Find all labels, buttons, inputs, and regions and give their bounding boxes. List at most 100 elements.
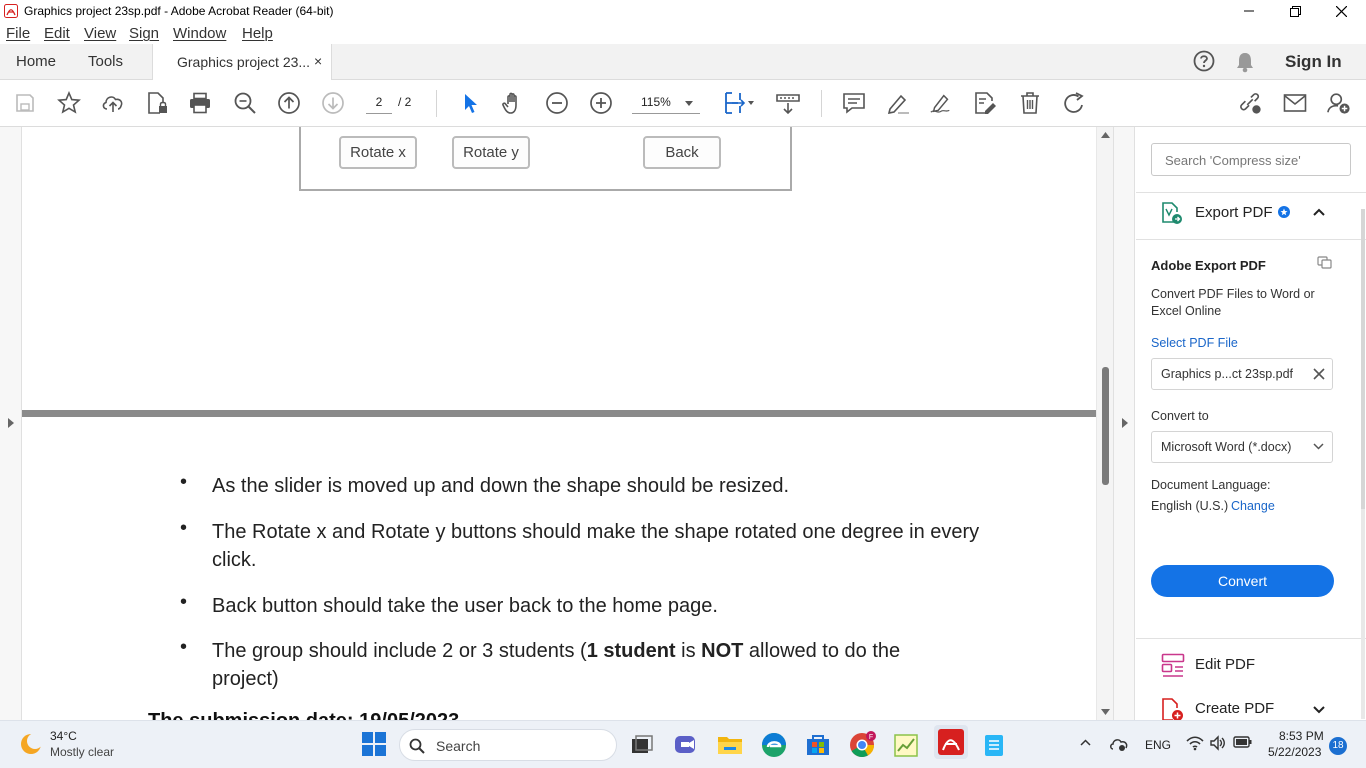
email-icon[interactable] [1283, 91, 1307, 115]
highlight-pen-icon[interactable] [886, 91, 910, 115]
menu-window[interactable]: Window [173, 25, 226, 42]
find-zoom-icon[interactable] [233, 91, 257, 115]
premium-badge-icon [1278, 206, 1290, 218]
tab-home[interactable]: Home [16, 53, 56, 70]
scroll-mode-icon[interactable] [776, 91, 800, 115]
tools-pane-scrollbar[interactable] [1361, 209, 1365, 719]
copy-files-icon[interactable] [1317, 256, 1333, 270]
taskbar-search-label: Search [436, 738, 481, 754]
clear-file-icon[interactable] [1313, 368, 1325, 380]
page-total-label: / 2 [398, 95, 412, 109]
tab-tools[interactable]: Tools [88, 53, 123, 70]
convert-button[interactable]: Convert [1151, 565, 1334, 597]
minimize-button[interactable] [1226, 0, 1272, 22]
edge-browser-icon[interactable] [760, 731, 788, 759]
task-view-icon[interactable] [628, 731, 656, 759]
restore-button[interactable] [1272, 0, 1318, 22]
main-toolbar: 2 / 2 115% [0, 80, 1366, 127]
tools-pane-scroll-thumb[interactable] [1361, 209, 1365, 509]
scroll-down-arrow-icon[interactable] [1101, 709, 1110, 715]
bullet-text: As the slider is moved up and down the s… [212, 475, 790, 497]
menu-view[interactable]: View [84, 25, 116, 42]
edit-text-icon[interactable] [973, 91, 997, 115]
menu-help[interactable]: Help [242, 25, 273, 42]
input-language-indicator[interactable]: ENG [1145, 738, 1171, 752]
close-tab-icon[interactable]: × [314, 53, 322, 69]
notification-bell-icon[interactable] [1235, 51, 1255, 73]
acrobat-taskbar-button[interactable] [934, 725, 968, 759]
left-panel-toggle[interactable] [0, 127, 22, 720]
clock-time[interactable]: 8:53 PM [1279, 729, 1324, 743]
right-pane-toggle[interactable] [1113, 127, 1135, 720]
battery-icon[interactable] [1233, 735, 1253, 749]
teams-chat-icon[interactable] [672, 731, 700, 759]
window-title: Graphics project 23sp.pdf - Adobe Acroba… [24, 4, 334, 18]
search-icon [409, 738, 425, 754]
chrome-browser-icon[interactable]: F [848, 731, 876, 759]
rotate-icon[interactable] [1062, 91, 1086, 115]
chevron-up-icon[interactable] [1313, 208, 1325, 216]
tools-pane: Search 'Compress size' Export PDF Adobe … [1113, 127, 1366, 721]
bullet-marker: • [180, 591, 188, 613]
export-pdf-title[interactable]: Export PDF [1195, 204, 1273, 221]
selected-file-field[interactable]: Graphics p...ct 23sp.pdf [1151, 358, 1333, 390]
menu-file[interactable]: File [6, 25, 30, 42]
menu-sign[interactable]: Sign [129, 25, 159, 42]
select-pdf-file-label[interactable]: Select PDF File [1151, 336, 1238, 350]
show-hidden-icons-chevron-icon[interactable] [1080, 739, 1091, 746]
notification-count-badge[interactable]: 18 [1329, 737, 1347, 755]
weather-icon[interactable] [18, 731, 44, 757]
volume-icon[interactable] [1209, 735, 1227, 751]
document-language-value: English (U.S.) [1151, 499, 1229, 513]
print-icon[interactable] [188, 91, 212, 115]
draw-freehand-icon[interactable] [929, 91, 953, 115]
clock-date[interactable]: 5/22/2023 [1268, 745, 1321, 759]
document-lock-icon[interactable] [145, 91, 169, 115]
weather-temperature[interactable]: 34°C [50, 729, 77, 743]
zoom-level-select[interactable]: 115% [632, 92, 700, 114]
document-viewer[interactable]: Rotate x Rotate y Back • As the slider i… [0, 127, 1113, 720]
bullet-text-part: The group should include 2 or 3 students… [212, 640, 587, 662]
tab-document[interactable]: Graphics project 23... × [152, 44, 332, 81]
next-page-icon[interactable] [321, 91, 345, 115]
bookmark-star-icon[interactable] [57, 91, 81, 115]
weather-description[interactable]: Mostly clear [50, 745, 114, 759]
upload-cloud-icon[interactable] [101, 91, 125, 115]
wifi-icon[interactable] [1186, 735, 1204, 751]
scrollbar-thumb[interactable] [1102, 367, 1109, 485]
page-view-icon[interactable] [722, 91, 758, 115]
close-window-button[interactable] [1318, 0, 1364, 22]
chevron-down-icon[interactable] [1313, 706, 1325, 714]
change-language-link[interactable]: Change [1231, 499, 1275, 513]
notepad-chart-app-icon[interactable] [892, 731, 920, 759]
sign-in-button[interactable]: Sign In [1285, 52, 1342, 72]
zoom-in-icon[interactable] [589, 91, 613, 115]
chevron-down-icon [685, 101, 693, 106]
comment-icon[interactable] [842, 91, 866, 115]
help-icon[interactable] [1193, 50, 1215, 72]
notepad-icon[interactable] [980, 731, 1008, 759]
microsoft-store-icon[interactable] [804, 731, 832, 759]
add-user-icon[interactable] [1327, 91, 1351, 115]
scroll-up-arrow-icon[interactable] [1101, 132, 1110, 138]
onedrive-sync-icon[interactable] [1109, 735, 1129, 753]
edit-pdf-label: Edit PDF [1195, 656, 1256, 673]
bullet-text: Back button should take the user back to… [212, 595, 718, 617]
page-number-input[interactable]: 2 [366, 92, 392, 114]
bullet-marker: • [180, 636, 188, 658]
taskbar-search-input[interactable]: Search [399, 729, 617, 761]
menu-edit[interactable]: Edit [44, 25, 70, 42]
delete-trash-icon[interactable] [1018, 91, 1042, 115]
select-cursor-icon[interactable] [458, 91, 482, 115]
bullet-marker: • [180, 471, 188, 493]
file-explorer-icon[interactable] [716, 731, 744, 759]
save-icon[interactable] [13, 91, 37, 115]
format-select[interactable]: Microsoft Word (*.docx) [1151, 431, 1333, 463]
tools-search-input[interactable]: Search 'Compress size' [1151, 143, 1351, 176]
start-windows-icon[interactable] [361, 731, 389, 759]
hand-tool-icon[interactable] [501, 91, 525, 115]
share-link-icon[interactable] [1238, 91, 1262, 115]
zoom-out-icon[interactable] [545, 91, 569, 115]
vertical-scrollbar[interactable] [1096, 127, 1113, 720]
previous-page-icon[interactable] [277, 91, 301, 115]
